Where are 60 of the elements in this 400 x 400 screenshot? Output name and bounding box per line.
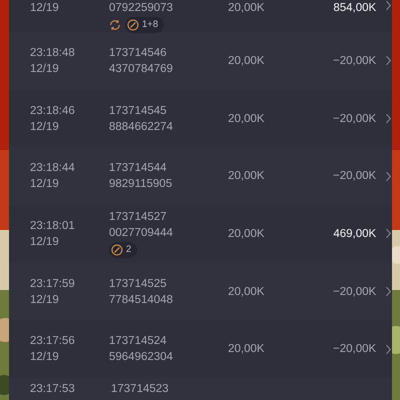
time-text: 23:17:56 [30, 334, 76, 350]
round-id-text: 173714546 [108, 46, 168, 61]
round-id-text: 173714525 [108, 276, 168, 292]
win-amount: 854,00K [333, 1, 376, 16]
bet-amount: 20,00K [228, 1, 266, 16]
history-row[interactable]: 23:18:01 12/19 173714527 0027709444 2 20,00K 469,00K [9, 205, 392, 263]
time-text: 23:18:44 [30, 161, 76, 176]
bet-amount: 20,00K [228, 342, 266, 358]
time-text: 23:18:01 [30, 218, 76, 234]
date-text: 12/19 [30, 177, 60, 192]
chevron-right-icon [385, 113, 392, 124]
bet-amount: 20,00K [228, 112, 266, 127]
chevron-right-icon [385, 55, 392, 66]
refresh-icon [108, 19, 121, 31]
date-text: 12/19 [30, 292, 60, 308]
history-row[interactable]: 23:18:46 12/19 173714545 8884662274 20,00K −20,00K [9, 90, 392, 148]
round-id-text: 8884662274 [108, 120, 174, 135]
bonus-count: 1+8 [142, 19, 158, 31]
date-text: 12/19 [30, 234, 60, 250]
date-text: 12/19 [30, 120, 60, 135]
round-id-text: 173714544 [108, 161, 168, 176]
round-id-text: 0027709444 [108, 226, 174, 242]
history-row[interactable]: 23:17:56 12/19 173714524 5964962304 20,00K −20,00K [9, 320, 392, 378]
chevron-right-icon [385, 286, 392, 298]
history-row[interactable]: 23:17:53 173714523 [9, 378, 392, 400]
date-text: 12/19 [30, 1, 60, 16]
bet-amount: 20,00K [228, 284, 266, 300]
win-amount: −20,00K [333, 342, 376, 358]
win-amount: −20,00K [333, 169, 376, 184]
round-id-text: 4370784769 [108, 62, 174, 77]
chevron-right-icon [385, 228, 392, 240]
round-id-text: 173714524 [108, 334, 168, 350]
round-id-text: 0792259073 [108, 1, 174, 16]
time-text: 23:18:46 [30, 104, 76, 119]
round-id-text: 9829115905 [108, 177, 174, 192]
round-id-text: 173714545 [108, 104, 168, 119]
bet-amount: 20,00K [228, 169, 266, 184]
date-text: 12/19 [30, 350, 60, 366]
round-id-text: 5964962304 [108, 350, 174, 366]
round-id-text: 173714527 [108, 210, 168, 226]
win-amount: 469,00K [333, 226, 376, 242]
time-text: 23:18:48 [30, 46, 76, 61]
chevron-right-icon [385, 0, 392, 11]
bonus-count: 2 [126, 244, 132, 256]
history-row[interactable]: 12/19 0792259073 1+8 20,00K 854,00K [9, 0, 392, 32]
time-text: 23:17:53 [30, 382, 76, 398]
round-id-text: 7784514048 [108, 292, 174, 308]
date-text: 12/19 [30, 62, 60, 77]
history-row[interactable]: 23:17:59 12/19 173714525 7784514048 20,00K −20,00K [9, 262, 392, 320]
bet-amount: 20,00K [228, 54, 266, 69]
win-amount: −20,00K [333, 54, 376, 69]
history-row[interactable]: 23:18:44 12/19 173714544 9829115905 20,00K −20,00K [9, 147, 392, 206]
time-text: 23:17:59 [30, 276, 76, 292]
chevron-right-icon [385, 344, 392, 355]
history-row[interactable]: 23:18:48 12/19 173714546 4370784769 20,00K −20,00K [9, 32, 392, 90]
chevron-right-icon [385, 170, 392, 182]
win-amount: −20,00K [333, 112, 376, 127]
bet-amount: 20,00K [228, 226, 266, 242]
round-id-text: 173714523 [111, 382, 170, 398]
win-amount: −20,00K [333, 284, 376, 300]
